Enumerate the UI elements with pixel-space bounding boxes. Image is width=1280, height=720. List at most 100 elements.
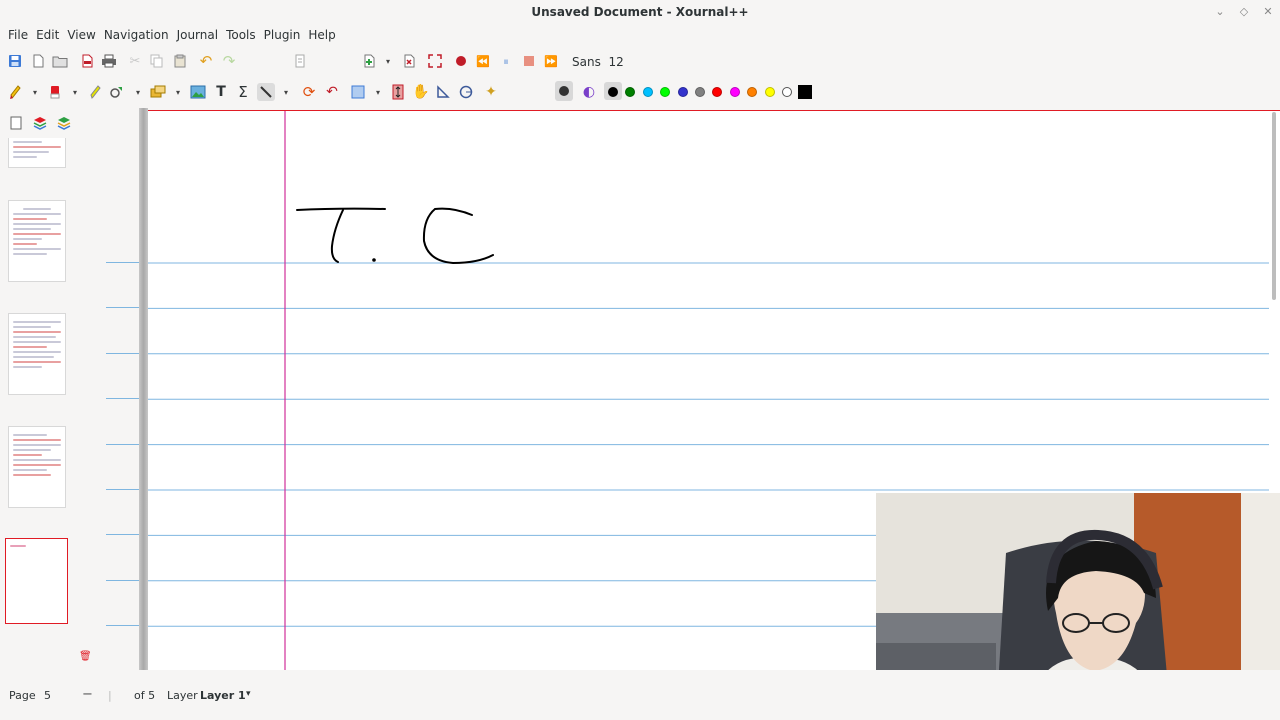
rule-line-outer	[106, 625, 139, 627]
font-name: Sans	[572, 55, 601, 69]
layer-dropdown-icon[interactable]: ▾	[246, 689, 251, 699]
menu-navigation[interactable]: Navigation	[100, 28, 173, 42]
new-document-icon[interactable]	[29, 52, 47, 70]
cut-icon[interactable]: ✂	[126, 52, 144, 70]
menu-edit[interactable]: Edit	[32, 28, 63, 42]
rule-line-outer	[106, 352, 139, 354]
undo-icon[interactable]: ↶	[197, 52, 215, 70]
page-count: of 5	[134, 689, 156, 702]
menu-tools[interactable]: Tools	[222, 28, 260, 42]
pen-icon[interactable]	[6, 83, 24, 101]
stop-icon[interactable]	[520, 52, 538, 70]
insert-page-icon[interactable]	[360, 52, 378, 70]
copy-icon[interactable]	[148, 52, 166, 70]
rule-line-outer	[106, 579, 139, 581]
print-icon[interactable]	[100, 52, 118, 70]
page-thumbnail-4[interactable]	[8, 426, 66, 508]
insert-page-dropdown-icon[interactable]: ▾	[384, 52, 392, 70]
delete-layer-icon[interactable]: 🗑	[79, 651, 92, 662]
pause-icon[interactable]: ⏸	[497, 52, 515, 70]
ruler-tool-icon[interactable]	[257, 83, 275, 101]
page-increment-icon[interactable]: |	[108, 689, 112, 702]
page-label: Page	[9, 689, 36, 702]
layer-stack-tab-icon[interactable]	[55, 114, 73, 132]
custom-color-button[interactable]	[798, 85, 812, 99]
rule-line-outer	[106, 398, 139, 400]
page-preview-tab-icon[interactable]	[7, 114, 25, 132]
color-swatch[interactable]	[729, 87, 740, 97]
page-thumbnail-1[interactable]	[8, 138, 66, 168]
color-swatch[interactable]	[764, 87, 775, 97]
rule-line-outer	[106, 489, 139, 490]
export-pdf-icon[interactable]	[78, 52, 96, 70]
draw-dropdown-icon[interactable]: ▾	[282, 83, 290, 101]
sidebar-toolbar	[0, 108, 105, 138]
page-thumbnail-5[interactable]	[5, 538, 68, 624]
highlighter-icon[interactable]	[86, 83, 104, 101]
redo-icon[interactable]: ↷	[220, 52, 238, 70]
color-swatch[interactable]	[747, 87, 758, 97]
minimize-icon[interactable]: ⌄	[1212, 4, 1228, 20]
rule-line-outer	[106, 262, 139, 263]
stroke-c	[422, 207, 494, 265]
rotate-icon[interactable]: ⟳	[300, 83, 318, 101]
page-thumbnail-3[interactable]	[8, 313, 66, 395]
select-object-icon[interactable]	[149, 83, 167, 101]
layer-label: Layer	[167, 689, 198, 702]
layers-tab-icon[interactable]	[31, 114, 49, 132]
menu-journal[interactable]: Journal	[173, 28, 223, 42]
page-sidebar: 🗑	[0, 138, 104, 670]
font-size: 12	[608, 55, 624, 69]
color-swatch[interactable]	[782, 87, 792, 97]
insert-image-icon[interactable]	[189, 83, 207, 101]
spline-icon[interactable]: ↶	[323, 83, 341, 101]
color-swatch[interactable]	[677, 87, 688, 97]
delete-page-icon[interactable]	[400, 52, 418, 70]
color-swatch[interactable]	[695, 87, 705, 97]
color-swatch[interactable]	[625, 87, 636, 97]
color-swatch[interactable]	[642, 87, 653, 97]
fullscreen-icon[interactable]	[426, 52, 444, 70]
record-icon[interactable]	[452, 52, 470, 70]
vertical-space-icon[interactable]	[389, 83, 407, 101]
rect-dropdown-icon[interactable]: ▾	[374, 83, 382, 101]
color-swatch[interactable]	[712, 87, 723, 97]
close-icon[interactable]: ✕	[1260, 4, 1276, 20]
open-folder-icon[interactable]	[51, 52, 69, 70]
hand-tool-icon[interactable]: ✋	[412, 83, 430, 101]
goto-page-icon[interactable]	[291, 52, 309, 70]
thick-width-icon	[559, 86, 569, 96]
compass-icon[interactable]	[457, 83, 475, 101]
latex-tool-icon[interactable]: Σ	[234, 83, 252, 101]
fill-icon[interactable]: ◐	[580, 83, 598, 101]
eraser-icon[interactable]	[46, 83, 64, 101]
page-thumbnail-2[interactable]	[8, 200, 66, 282]
menu-plugin[interactable]: Plugin	[260, 28, 305, 42]
paste-icon[interactable]	[171, 52, 189, 70]
tools-toolbar: ▾ ▾ ▾ ▾ T Σ ▾ ⟳ ↶ ▾ ✋ ✦ ◐	[0, 77, 1280, 172]
page-number-input[interactable]: 5	[44, 689, 80, 702]
save-icon[interactable]	[6, 52, 24, 70]
set-square-icon[interactable]	[434, 83, 452, 101]
eraser-dropdown-icon[interactable]: ▾	[71, 83, 79, 101]
shape-dropdown-icon[interactable]: ▾	[134, 83, 142, 101]
rewind-icon[interactable]: ⏪	[474, 52, 492, 70]
vertical-scrollbar[interactable]	[1272, 112, 1276, 300]
rectangle-select-icon[interactable]	[349, 83, 367, 101]
color-swatch[interactable]	[608, 87, 618, 97]
menu-file[interactable]: File	[4, 28, 32, 42]
magic-wand-icon[interactable]: ✦	[482, 83, 500, 101]
text-tool-icon[interactable]: T	[212, 83, 230, 101]
select-dropdown-icon[interactable]: ▾	[174, 83, 182, 101]
pen-dropdown-icon[interactable]: ▾	[31, 83, 39, 101]
layer-selector[interactable]: Layer 1	[200, 689, 246, 702]
shape-recognizer-icon[interactable]	[108, 83, 126, 101]
menu-view[interactable]: View	[63, 28, 99, 42]
font-selector[interactable]: Sans 12	[572, 55, 624, 69]
maximize-icon[interactable]: ◇	[1236, 4, 1252, 20]
page-decrement-icon[interactable]: −	[82, 687, 93, 702]
color-swatch[interactable]	[660, 87, 671, 97]
fast-forward-icon[interactable]: ⏩	[542, 52, 560, 70]
menu-help[interactable]: Help	[304, 28, 339, 42]
thick-width-button[interactable]	[555, 81, 573, 101]
